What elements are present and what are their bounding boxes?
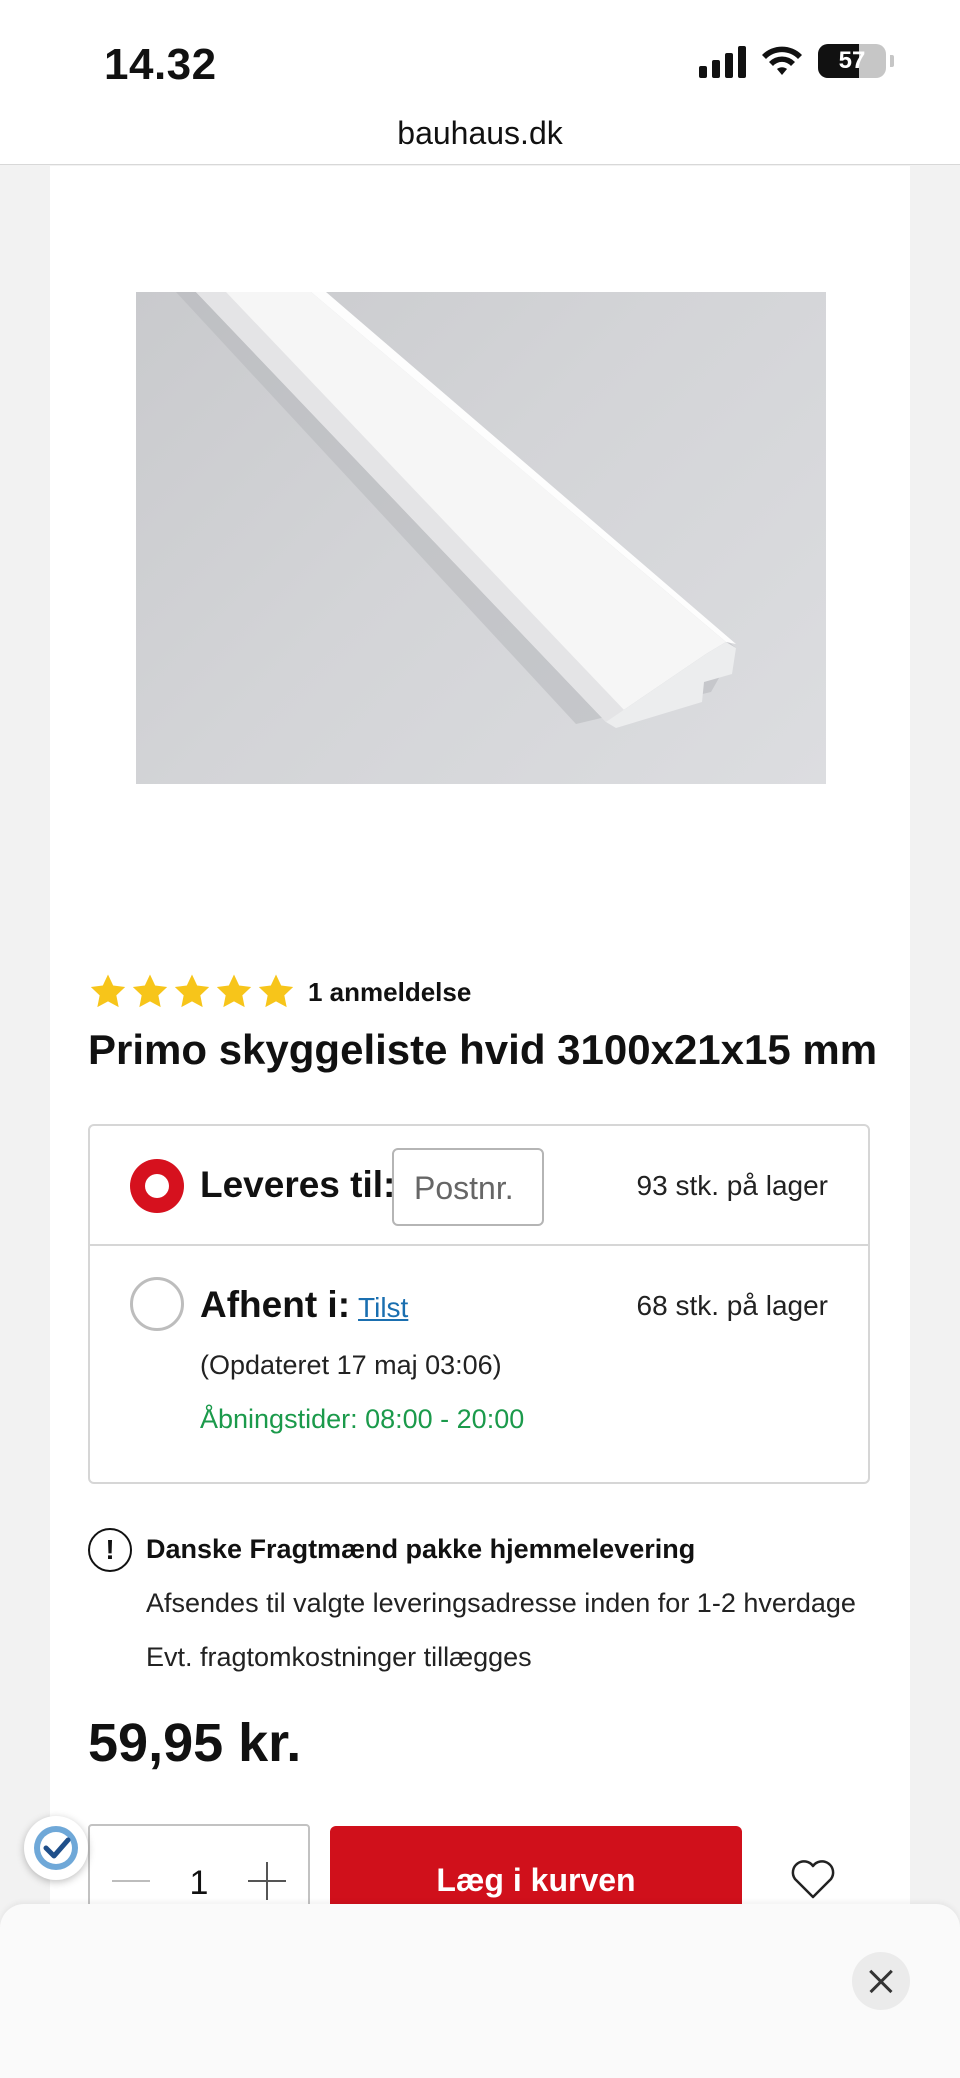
notice-line: Evt. fragtomkostninger tillægges — [146, 1642, 532, 1672]
plus-icon[interactable] — [248, 1862, 286, 1900]
product-price: 59,95 kr. — [88, 1713, 302, 1773]
delivery-options: Leveres til: Postnr. 93 stk. på lager Af… — [88, 1124, 870, 1484]
stock-updated: (Opdateret 17 maj 03:06) — [200, 1350, 502, 1380]
signal-icon — [699, 44, 746, 78]
pickup-label-text: Afhent i: — [200, 1284, 351, 1325]
status-icons: 57 — [699, 44, 894, 78]
product-page: 1 anmeldelse Primo skyggeliste hvid 3100… — [50, 166, 910, 1934]
status-bar: 14.32 57 — [0, 0, 960, 115]
rating-stars — [88, 972, 296, 1012]
star-icon — [174, 974, 210, 1008]
delivery-option-home[interactable]: Leveres til: Postnr. 93 stk. på lager — [90, 1126, 868, 1246]
notice-line: Afsendes til valgte leveringsadresse ind… — [146, 1588, 856, 1618]
opening-hours: Åbningstider: 08:00 - 20:00 — [200, 1404, 525, 1434]
product-title: Primo skyggeliste hvid 3100x21x15 mm — [88, 1026, 878, 1073]
deliver-label: Leveres til: — [200, 1164, 396, 1205]
deliver-stock: 93 stk. på lager — [636, 1170, 828, 1201]
star-icon — [90, 974, 126, 1008]
status-time: 14.32 — [104, 40, 217, 89]
trust-badge-icon[interactable] — [24, 1816, 88, 1880]
close-icon[interactable] — [852, 1952, 910, 2010]
pickup-stock: 68 stk. på lager — [636, 1290, 828, 1321]
battery-icon: 57 — [818, 44, 886, 78]
notice-title: Danske Fragtmænd pakke hjemmelevering — [146, 1534, 696, 1564]
product-image[interactable] — [136, 292, 826, 784]
review-count[interactable]: 1 anmeldelse — [308, 977, 471, 1008]
radio-deliver[interactable] — [130, 1159, 184, 1213]
store-link[interactable]: Tilst — [358, 1292, 408, 1323]
delivery-option-pickup[interactable]: Afhent i: Tilst 68 stk. på lager (Opdater… — [90, 1246, 868, 1484]
bottom-sheet — [0, 1904, 960, 2078]
radio-pickup[interactable] — [130, 1277, 184, 1331]
product-rating[interactable]: 1 anmeldelse — [88, 972, 471, 1012]
battery-level: 57 — [838, 47, 866, 74]
url-text: bauhaus.dk — [397, 115, 563, 151]
star-icon — [258, 974, 294, 1008]
exclamation-icon: ! — [88, 1528, 132, 1572]
postnr-input[interactable]: Postnr. — [392, 1148, 544, 1226]
wifi-icon — [762, 46, 802, 75]
heart-icon[interactable] — [790, 1858, 836, 1900]
url-bar[interactable]: bauhaus.dk — [0, 115, 960, 165]
star-icon — [216, 974, 252, 1008]
pickup-label: Afhent i: Tilst — [200, 1284, 408, 1326]
star-icon — [132, 974, 168, 1008]
